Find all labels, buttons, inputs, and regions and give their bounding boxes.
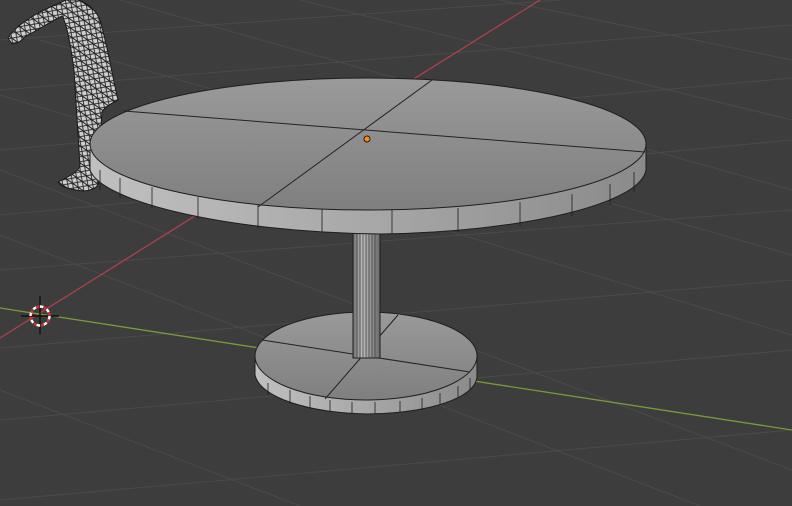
table-object[interactable] (89, 77, 647, 415)
3d-viewport[interactable] (0, 0, 792, 506)
object-origin-icon (363, 135, 371, 143)
viewport-canvas[interactable] (0, 0, 792, 506)
3d-cursor-icon[interactable] (21, 296, 59, 334)
grid-floor (0, 0, 792, 506)
table-top-surface (89, 77, 647, 211)
